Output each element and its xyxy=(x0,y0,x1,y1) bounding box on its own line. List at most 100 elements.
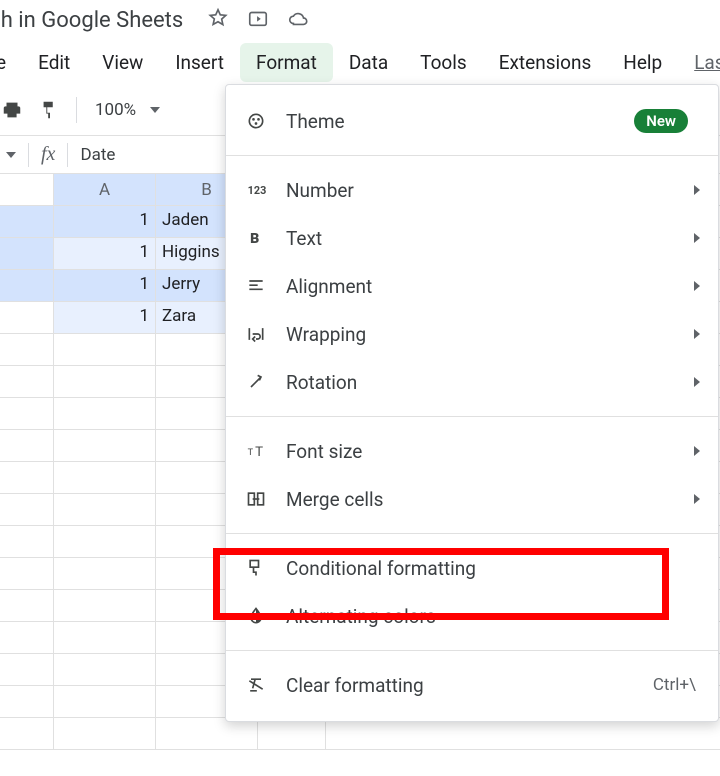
menu-alignment[interactable]: Alignment xyxy=(226,262,718,310)
row-header[interactable] xyxy=(0,494,54,525)
cell[interactable] xyxy=(54,654,156,685)
cell[interactable] xyxy=(54,462,156,493)
menu-wrapping-label: Wrapping xyxy=(286,323,694,346)
row-header[interactable] xyxy=(0,558,54,589)
bold-icon: B xyxy=(244,226,268,250)
submenu-arrow-icon xyxy=(694,446,700,456)
new-badge: New xyxy=(634,109,688,133)
submenu-arrow-icon xyxy=(694,377,700,387)
menu-rotation[interactable]: Rotation xyxy=(226,358,718,406)
menu-merge-cells-label: Merge cells xyxy=(286,488,694,511)
row-header[interactable] xyxy=(0,590,54,621)
wrap-icon xyxy=(244,322,268,346)
conditional-format-icon xyxy=(244,556,268,580)
chevron-down-icon xyxy=(150,107,160,113)
menu-merge-cells[interactable]: Merge cells xyxy=(226,475,718,523)
submenu-arrow-icon xyxy=(694,329,700,339)
clear-format-icon xyxy=(244,673,268,697)
clear-format-shortcut: Ctrl+\ xyxy=(653,675,696,695)
name-box-dropdown[interactable] xyxy=(0,152,28,158)
number-icon: 123 xyxy=(244,178,268,202)
cell[interactable] xyxy=(54,718,156,749)
align-icon xyxy=(244,274,268,298)
row-header[interactable] xyxy=(0,398,54,429)
cell[interactable] xyxy=(54,686,156,717)
menu-number-label: Number xyxy=(286,179,694,202)
cell[interactable] xyxy=(54,398,156,429)
row-header[interactable] xyxy=(0,430,54,461)
row-header[interactable] xyxy=(0,302,54,333)
star-icon[interactable] xyxy=(207,7,229,33)
menu-item-file[interactable]: e xyxy=(0,43,22,82)
zoom-value: 100% xyxy=(95,100,136,120)
menu-item-view[interactable]: View xyxy=(86,43,159,82)
row-header[interactable] xyxy=(0,654,54,685)
cell[interactable] xyxy=(156,718,258,749)
row-header[interactable] xyxy=(0,526,54,557)
column-header-a[interactable]: A xyxy=(54,174,156,205)
submenu-arrow-icon xyxy=(694,281,700,291)
submenu-arrow-icon xyxy=(694,494,700,504)
theme-icon xyxy=(244,109,268,133)
font-size-icon: TT xyxy=(244,439,268,463)
cell[interactable] xyxy=(54,430,156,461)
cell[interactable] xyxy=(258,718,326,749)
format-menu-dropdown: Theme New 123 Number B Text Alignment Wr… xyxy=(225,84,719,722)
cloud-icon[interactable] xyxy=(287,7,309,33)
menu-wrapping[interactable]: Wrapping xyxy=(226,310,718,358)
cell[interactable]: 1 xyxy=(54,238,156,269)
menu-item-data[interactable]: Data xyxy=(333,43,404,82)
svg-text:T: T xyxy=(248,448,254,458)
menu-number[interactable]: 123 Number xyxy=(226,166,718,214)
row-header[interactable] xyxy=(0,718,54,749)
row-header[interactable] xyxy=(0,622,54,653)
menu-clear-formatting[interactable]: Clear formatting Ctrl+\ xyxy=(226,661,718,709)
cell[interactable] xyxy=(54,334,156,365)
menu-item-format[interactable]: Format xyxy=(240,43,333,82)
row-header[interactable] xyxy=(0,366,54,397)
menu-text-label: Text xyxy=(286,227,694,250)
cell[interactable] xyxy=(54,590,156,621)
menu-item-insert[interactable]: Insert xyxy=(159,43,240,82)
row-header[interactable] xyxy=(0,686,54,717)
merge-icon xyxy=(244,487,268,511)
menu-alternating-colors[interactable]: Alternating colors xyxy=(226,592,718,640)
submenu-arrow-icon xyxy=(694,185,700,195)
cell[interactable]: 1 xyxy=(54,270,156,301)
cell[interactable] xyxy=(54,494,156,525)
row-header[interactable] xyxy=(0,462,54,493)
row-header[interactable] xyxy=(0,238,54,269)
alternating-colors-icon xyxy=(244,604,268,628)
title-bar: arch in Google Sheets xyxy=(0,0,720,40)
menu-item-edit[interactable]: Edit xyxy=(22,43,86,82)
menu-text[interactable]: B Text xyxy=(226,214,718,262)
cell[interactable] xyxy=(54,558,156,589)
menu-font-size[interactable]: TT Font size xyxy=(226,427,718,475)
rotation-icon xyxy=(244,370,268,394)
cell[interactable] xyxy=(54,622,156,653)
row-header[interactable] xyxy=(0,334,54,365)
menu-item-tools[interactable]: Tools xyxy=(404,43,483,82)
move-icon[interactable] xyxy=(247,7,269,33)
menu-item-extensions[interactable]: Extensions xyxy=(483,43,608,82)
cell[interactable]: 1 xyxy=(54,206,156,237)
menu-item-last-edit[interactable]: Last xyxy=(678,43,720,82)
cell[interactable]: 1 xyxy=(54,302,156,333)
paint-format-icon[interactable] xyxy=(32,92,68,128)
row-header[interactable] xyxy=(0,270,54,301)
fx-icon: fx xyxy=(29,143,67,166)
chevron-down-icon xyxy=(6,152,16,158)
menu-item-help[interactable]: Help xyxy=(607,43,678,82)
select-all-corner[interactable] xyxy=(0,174,54,205)
menu-theme[interactable]: Theme New xyxy=(226,97,718,145)
zoom-select[interactable]: 100% xyxy=(85,100,170,120)
cell[interactable] xyxy=(54,366,156,397)
document-title[interactable]: arch in Google Sheets xyxy=(0,8,193,33)
menu-conditional-formatting[interactable]: Conditional formatting xyxy=(226,544,718,592)
print-icon[interactable] xyxy=(0,92,30,128)
cell[interactable] xyxy=(54,526,156,557)
svg-text:123: 123 xyxy=(248,184,266,197)
formula-value[interactable]: Date xyxy=(68,145,127,165)
row-header[interactable] xyxy=(0,206,54,237)
menu-theme-label: Theme xyxy=(286,110,694,133)
